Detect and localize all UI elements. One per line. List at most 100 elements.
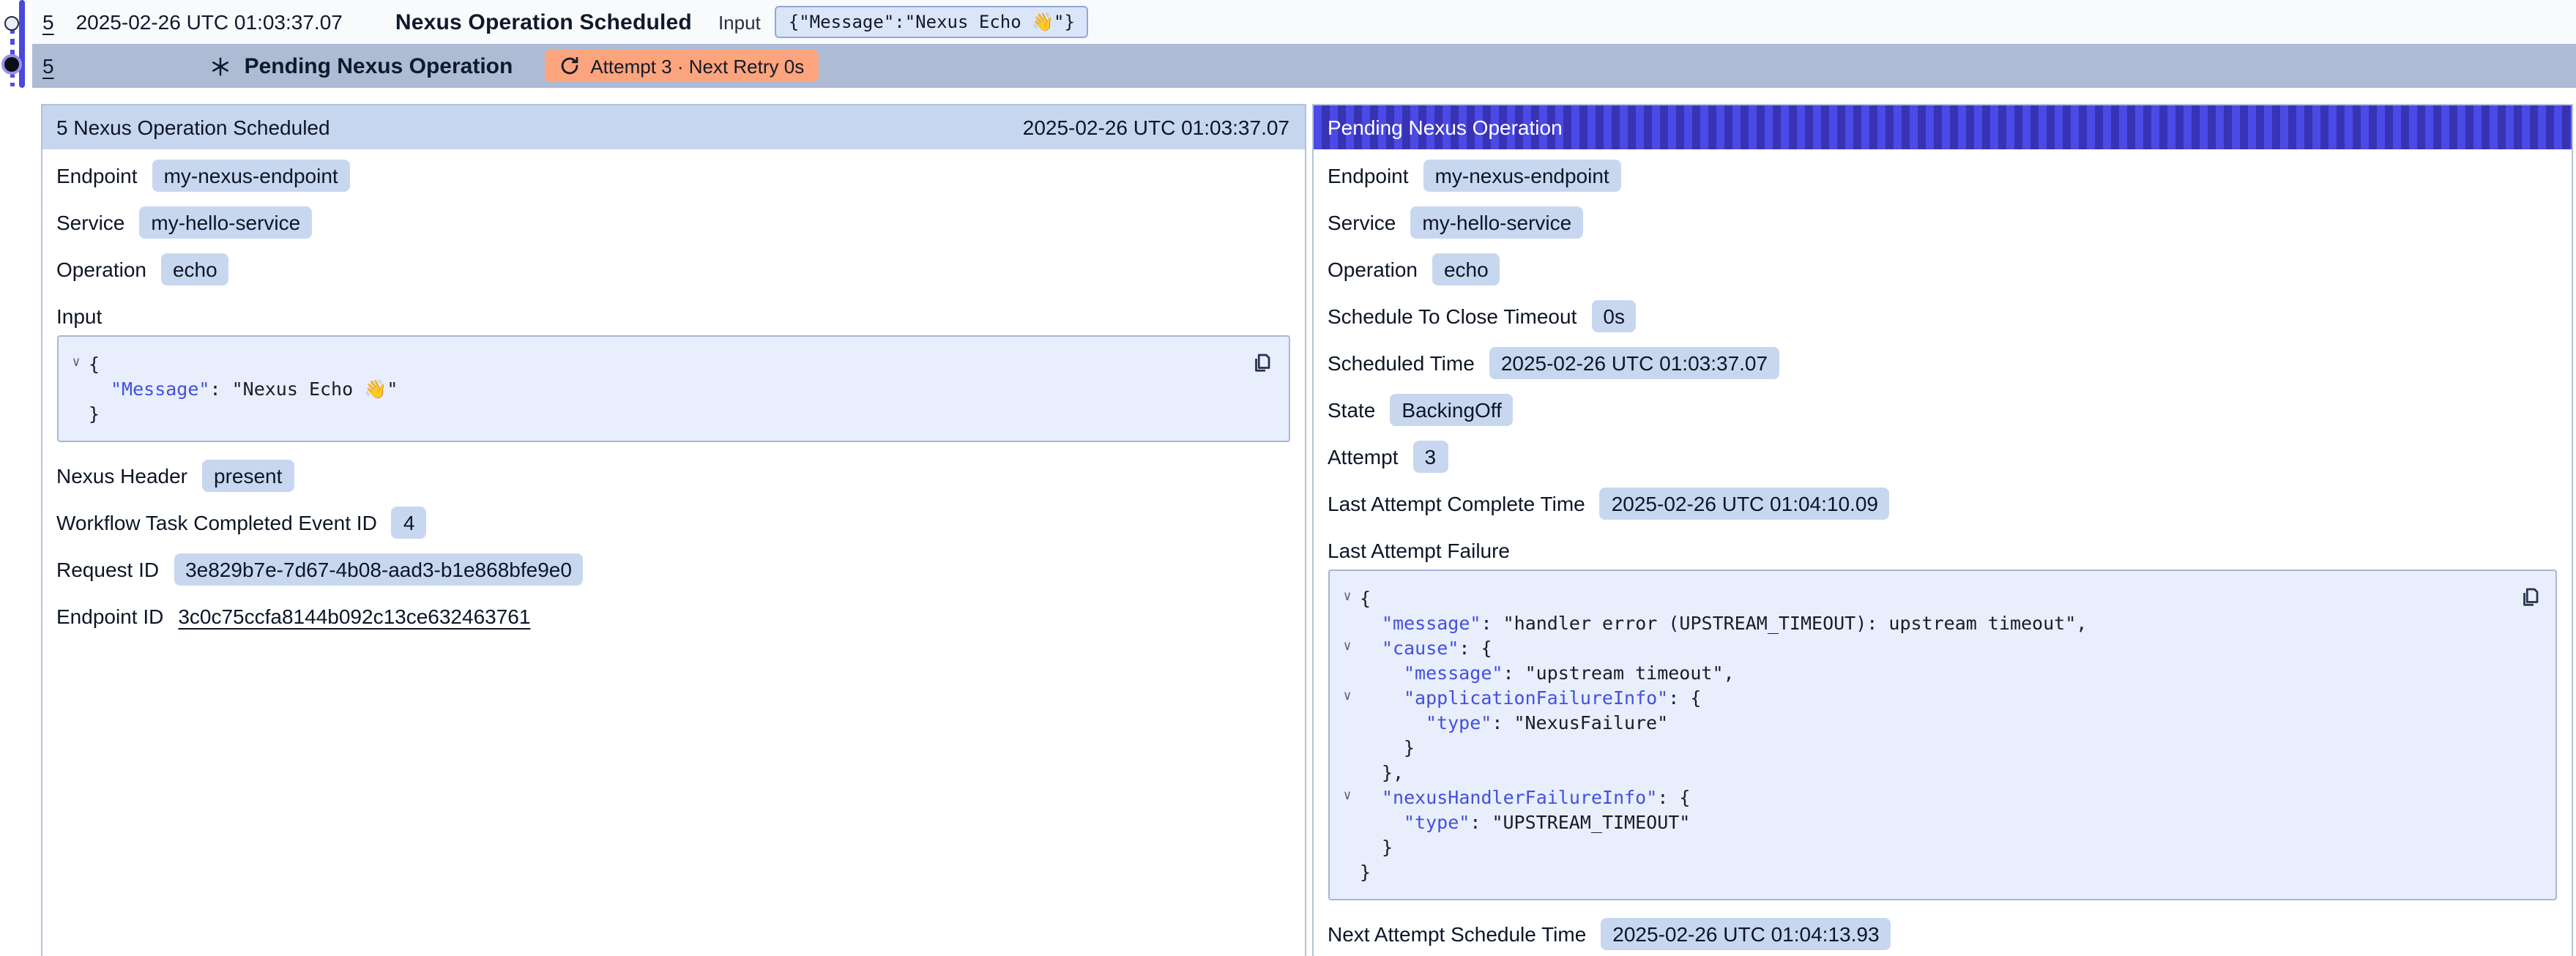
- event-row-nexus-operation-scheduled[interactable]: 5 2025-02-26 UTC 01:03:37.07 Nexus Opera…: [32, 0, 2576, 44]
- event-timeline-gutter: [0, 0, 32, 88]
- code-gutter: [1335, 760, 1360, 785]
- input-preview-chip[interactable]: {"Message":"Nexus Echo 👋"}: [775, 6, 1088, 38]
- code-gutter: [1335, 660, 1360, 685]
- field-value-badge: 0s: [1591, 300, 1637, 332]
- event-id-link[interactable]: 5: [42, 10, 54, 34]
- code-line: "Message": "Nexus Echo 👋": [64, 376, 1238, 401]
- code-line: ∨{: [64, 351, 1238, 376]
- field-label: Input: [56, 305, 102, 328]
- code-line: }: [1335, 859, 2506, 884]
- field-label: Attempt: [1328, 445, 1399, 468]
- code-line: ∨"cause": {: [1335, 635, 2506, 660]
- field-label: Operation: [1328, 258, 1418, 281]
- field-label: Next Attempt Schedule Time: [1328, 922, 1586, 946]
- code-gutter: [1335, 834, 1360, 859]
- code-line: ∨{: [1335, 586, 2506, 610]
- retry-icon: [559, 56, 580, 76]
- field-value-badge: 4: [392, 507, 427, 539]
- detail-field-endpoint-id: Endpoint ID 3c0c75ccfa8144b092c13ce632463…: [56, 600, 1289, 632]
- retry-badge-label: Attempt 3 · Next Retry 0s: [590, 55, 804, 77]
- timeline-active-bar-icon: [19, 0, 24, 88]
- code-line: "type": "NexusFailure": [1335, 710, 2506, 735]
- code-line: ∨"applicationFailureInfo": {: [1335, 685, 2506, 710]
- field-label: Scheduled Time: [1328, 351, 1475, 375]
- retry-attempt-badge: Attempt 3 · Next Retry 0s: [545, 50, 819, 82]
- selected-event-node-icon: [4, 56, 19, 71]
- detail-field-operation: Operation echo: [1328, 253, 2557, 285]
- detail-field-attempt: Attempt 3: [1328, 441, 2557, 473]
- copy-icon[interactable]: [1248, 348, 1275, 375]
- detail-field-last-attempt-complete-time: Last Attempt Complete Time2025-02-26 UTC…: [1328, 488, 2557, 520]
- detail-field-request-id: Request ID3e829b7e-7d67-4b08-aad3-b1e868…: [56, 553, 1289, 586]
- detail-field-state: State BackingOff: [1328, 394, 2557, 426]
- detail-field-last-attempt-failure: Last Attempt Failure: [1328, 534, 2557, 567]
- event-title: Nexus Operation Scheduled: [395, 10, 692, 34]
- field-value-badge: echo: [1432, 253, 1500, 285]
- json-code-block: ∨{"message": "handler error (UPSTREAM_TI…: [1328, 570, 2557, 900]
- event-rows: 5 2025-02-26 UTC 01:03:37.07 Nexus Opera…: [32, 0, 2576, 88]
- field-value-badge: my-hello-service: [1410, 206, 1583, 239]
- panel-title: 5 Nexus Operation Scheduled: [56, 116, 330, 139]
- scheduled-panel-header: 5 Nexus Operation Scheduled 2025-02-26 U…: [42, 105, 1304, 149]
- panel-timestamp: 2025-02-26 UTC 01:03:37.07: [1023, 116, 1289, 139]
- code-line: }: [1335, 834, 2506, 859]
- field-label: Operation: [56, 258, 146, 281]
- field-label: Endpoint ID: [56, 605, 163, 628]
- field-label: Schedule To Close Timeout: [1328, 305, 1577, 328]
- code-gutter: [1335, 810, 1360, 834]
- collapse-chevron-icon[interactable]: ∨: [1335, 785, 1360, 810]
- detail-field-input: Input: [56, 300, 1289, 332]
- detail-field-nexus-header: Nexus Header present: [56, 460, 1289, 492]
- code-gutter: [64, 376, 89, 401]
- field-value-badge: 3: [1413, 441, 1448, 473]
- collapse-chevron-icon[interactable]: ∨: [1335, 635, 1360, 660]
- detail-field-scheduled-time: Scheduled Time 2025-02-26 UTC 01:03:37.07: [1328, 347, 2557, 379]
- code-line: "message": "upstream timeout",: [1335, 660, 2506, 685]
- code-line: ∨"nexusHandlerFailureInfo": {: [1335, 785, 2506, 810]
- event-timestamp: 2025-02-26 UTC 01:03:37.07: [76, 10, 343, 34]
- detail-field-service: Service my-hello-service: [56, 206, 1289, 239]
- field-label: Endpoint: [1328, 164, 1409, 187]
- code-line: }: [64, 401, 1238, 426]
- pending-asterisk-icon: [209, 55, 231, 77]
- panel-title: Pending Nexus Operation: [1328, 116, 1563, 139]
- code-line: },: [1335, 760, 2506, 785]
- collapse-chevron-icon[interactable]: ∨: [1335, 685, 1360, 710]
- pending-operation-detail-panel: Pending Nexus Operation Endpointmy-nexus…: [1311, 104, 2573, 956]
- workflow-event-history-view: 5 2025-02-26 UTC 01:03:37.07 Nexus Opera…: [0, 0, 2576, 956]
- field-value-badge: present: [202, 460, 294, 492]
- field-label: Nexus Header: [56, 464, 187, 488]
- field-label: Workflow Task Completed Event ID: [56, 511, 377, 534]
- pending-panel-header: Pending Nexus Operation: [1313, 105, 2572, 149]
- field-label: State: [1328, 398, 1375, 422]
- code-gutter: [1335, 735, 1360, 760]
- code-gutter: [1335, 859, 1360, 884]
- field-label: Service: [56, 211, 124, 234]
- detail-field-endpoint: Endpointmy-nexus-endpoint: [56, 160, 1289, 192]
- code-line: "type": "UPSTREAM_TIMEOUT": [1335, 810, 2506, 834]
- event-detail-panels: 5 Nexus Operation Scheduled 2025-02-26 U…: [40, 104, 2573, 956]
- field-label: Last Attempt Failure: [1328, 539, 1510, 562]
- detail-field-operation: Operationecho: [56, 253, 1289, 285]
- field-label: Request ID: [56, 558, 159, 581]
- code-line: }: [1335, 735, 2506, 760]
- field-value-badge: BackingOff: [1390, 394, 1513, 426]
- detail-field-schedule-to-close-timeout: Schedule To Close Timeout 0s: [1328, 300, 2557, 332]
- event-row-pending-nexus-operation[interactable]: 5 Pending Nexus Operation Attempt 3 · Ne…: [32, 44, 2576, 88]
- detail-field-workflow-task-completed-event-id: Workflow Task Completed Event ID 4: [56, 507, 1289, 539]
- field-value-badge: my-hello-service: [139, 206, 312, 239]
- field-value-link[interactable]: 3c0c75ccfa8144b092c13ce632463761: [178, 605, 530, 628]
- code-gutter: [1335, 710, 1360, 735]
- collapse-chevron-icon[interactable]: ∨: [1335, 586, 1360, 610]
- event-node-icon: [4, 15, 19, 30]
- detail-field-next-attempt-schedule-time: Next Attempt Schedule Time2025-02-26 UTC…: [1328, 918, 2557, 950]
- event-id-link[interactable]: 5: [42, 54, 54, 78]
- detail-field-service: Servicemy-hello-service: [1328, 206, 2557, 239]
- copy-icon[interactable]: [2516, 583, 2542, 609]
- detail-field-endpoint: Endpointmy-nexus-endpoint: [1328, 160, 2557, 192]
- scheduled-event-detail-panel: 5 Nexus Operation Scheduled 2025-02-26 U…: [40, 104, 1306, 956]
- field-value-badge: 2025-02-26 UTC 01:03:37.07: [1489, 347, 1779, 379]
- field-label: Endpoint: [56, 164, 138, 187]
- collapse-chevron-icon[interactable]: ∨: [64, 351, 89, 376]
- field-label: Last Attempt Complete Time: [1328, 492, 1585, 515]
